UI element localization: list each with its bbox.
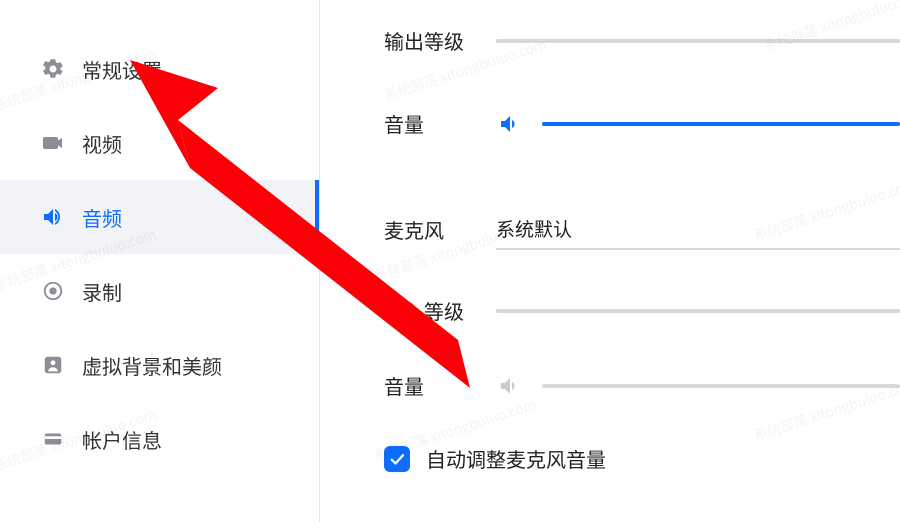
input-level-meter (496, 309, 900, 313)
input-volume-row: 音量 (384, 371, 900, 400)
sidebar-item-label: 虚拟背景和美颜 (82, 351, 222, 380)
output-volume-slider[interactable] (542, 122, 900, 126)
settings-content: 输出等级 音量 麦克风 系统默认 输入等级 音量 (320, 0, 900, 522)
sidebar-item-account[interactable]: 帐户信息 (0, 402, 319, 476)
speaker-icon (496, 110, 524, 138)
audio-icon (40, 204, 66, 230)
sidebar-item-video[interactable]: 视频 (0, 106, 319, 180)
output-level-label: 输出等级 (384, 26, 496, 55)
sidebar-item-audio[interactable]: 音频 (0, 180, 319, 254)
settings-sidebar: 常规设置 视频 音频 录制 虚拟背景和美颜 (0, 0, 320, 522)
gear-icon (40, 56, 66, 82)
output-volume-row: 音量 (384, 109, 900, 138)
input-volume-label: 音量 (384, 371, 496, 400)
mic-select[interactable]: 系统默认 (496, 208, 900, 250)
sidebar-item-label: 视频 (82, 129, 122, 158)
sidebar-item-virtual-background[interactable]: 虚拟背景和美颜 (0, 328, 319, 402)
output-level-meter (496, 39, 900, 43)
record-icon (40, 278, 66, 304)
sidebar-item-general[interactable]: 常规设置 (0, 32, 319, 106)
sidebar-item-label: 帐户信息 (82, 425, 162, 454)
sidebar-item-label: 常规设置 (82, 55, 162, 84)
output-volume-label: 音量 (384, 109, 496, 138)
input-level-label: 输入等级 (384, 296, 496, 325)
input-level-row: 输入等级 (384, 296, 900, 325)
mic-label: 麦克风 (384, 215, 496, 244)
card-icon (40, 426, 66, 452)
video-icon (40, 130, 66, 156)
sidebar-item-label: 音频 (82, 203, 122, 232)
input-volume-slider[interactable] (542, 384, 900, 388)
mic-selected-value: 系统默认 (496, 215, 572, 242)
sidebar-item-label: 录制 (82, 277, 122, 306)
output-level-row: 输出等级 (384, 26, 900, 55)
person-icon (40, 352, 66, 378)
auto-adjust-row[interactable]: 自动调整麦克风音量 (384, 434, 900, 473)
sidebar-item-record[interactable]: 录制 (0, 254, 319, 328)
checkbox-checked-icon[interactable] (384, 446, 410, 472)
auto-adjust-label: 自动调整麦克风音量 (426, 444, 606, 473)
speaker-muted-icon (496, 372, 524, 400)
mic-row: 麦克风 系统默认 (384, 208, 900, 250)
